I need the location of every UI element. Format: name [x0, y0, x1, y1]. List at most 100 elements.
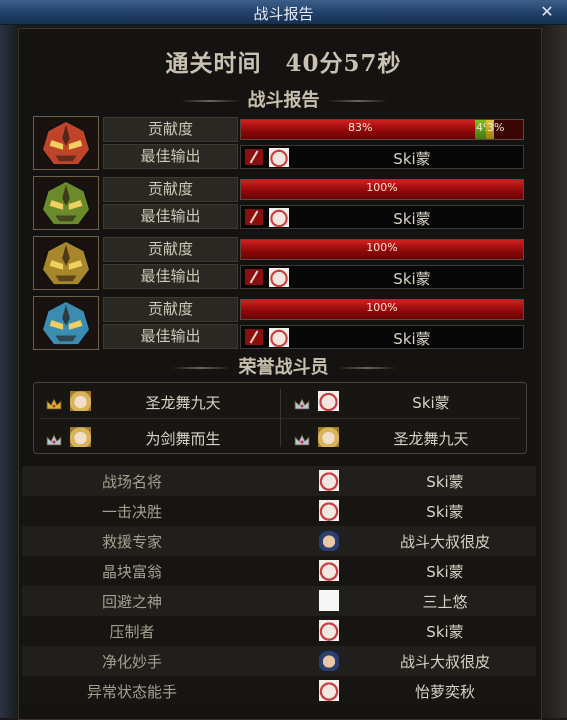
player-avatar: [70, 391, 91, 411]
contribution-bar: 100%: [240, 299, 524, 320]
header-ornament-right: [336, 367, 397, 369]
player-avatar: [70, 427, 91, 447]
boss-row: 贡献度 最佳输出 100% Ski蒙: [33, 296, 525, 352]
battle-report-header: 战斗报告: [0, 86, 567, 112]
award-title: 救援专家: [101, 533, 162, 551]
player-avatar: [319, 620, 339, 641]
weapon-icon: [245, 329, 263, 345]
award-player-name: 怡萝奕秋: [414, 683, 475, 701]
honor-member-name: 圣龙舞九天: [145, 394, 221, 412]
weapon-icon: [245, 149, 263, 165]
best-player-name: Ski蒙: [393, 150, 431, 168]
contribution-label: 贡献度: [103, 117, 238, 142]
header-ornament-left: [179, 100, 240, 102]
award-title: 压制者: [109, 623, 155, 641]
contribution-label: 贡献度: [103, 237, 238, 262]
honor-member-name: Ski蒙: [412, 394, 450, 412]
player-avatar: [319, 530, 339, 551]
award-row[interactable]: 回避之神 三上悠: [22, 586, 536, 616]
player-avatar: [319, 590, 339, 611]
window-titlebar[interactable]: 战斗报告 ✕: [0, 0, 567, 25]
silver-crown-icon: [46, 431, 62, 446]
player-avatar: [269, 148, 289, 167]
best-output-label: 最佳输出: [103, 144, 238, 169]
best-player-name: Ski蒙: [393, 270, 431, 288]
clear-time: 通关时间 40分57秒: [165, 50, 402, 77]
weapon-icon: [245, 269, 263, 285]
header-ornament-right: [327, 100, 388, 102]
best-output-cell[interactable]: Ski蒙: [240, 145, 524, 169]
best-output-cell[interactable]: Ski蒙: [240, 205, 524, 229]
battle-report-heading: 战斗报告: [247, 90, 320, 111]
silver-crown-icon: [294, 395, 310, 410]
contribution-percent: 100%: [366, 241, 398, 254]
green-demon-mask-icon: [33, 176, 99, 230]
gold-crown-icon: [46, 395, 62, 410]
best-output-cell[interactable]: Ski蒙: [240, 325, 524, 349]
award-row[interactable]: 晶块富翁 Ski蒙: [22, 556, 536, 586]
header-ornament-left: [170, 367, 231, 369]
contribution-bar: 83% 4% 3%: [240, 119, 524, 140]
contribution-label: 贡献度: [103, 297, 238, 322]
awards-table: 战场名将 Ski蒙 一击决胜 Ski蒙 救援专家 战斗大叔很皮 晶块富翁 Ski蒙 回避之神 三上…: [22, 466, 536, 706]
award-title: 净化妙手: [101, 653, 162, 671]
boss-row: 贡献度 最佳输出 100% Ski蒙: [33, 236, 525, 292]
player-avatar: [319, 650, 339, 671]
award-player-name: Ski蒙: [426, 503, 464, 521]
honor-divider-horizontal: [40, 418, 520, 419]
award-row[interactable]: 救援专家 战斗大叔很皮: [22, 526, 536, 556]
award-title: 晶块富翁: [101, 563, 162, 581]
award-player-name: 三上悠: [422, 593, 468, 611]
best-output-cell[interactable]: Ski蒙: [240, 265, 524, 289]
award-player-name: Ski蒙: [426, 473, 464, 491]
best-output-label: 最佳输出: [103, 264, 238, 289]
award-row[interactable]: 压制者 Ski蒙: [22, 616, 536, 646]
player-avatar: [319, 560, 339, 581]
award-row[interactable]: 战场名将 Ski蒙: [22, 466, 536, 496]
weapon-icon: [245, 209, 263, 225]
honor-member-name: 为剑舞而生: [145, 430, 221, 448]
award-row[interactable]: 净化妙手 战斗大叔很皮: [22, 646, 536, 676]
boss-row: 贡献度 最佳输出 83% 4% 3% Ski蒙: [33, 116, 525, 172]
award-player-name: Ski蒙: [426, 623, 464, 641]
honor-member[interactable]: Ski蒙: [282, 387, 522, 417]
boss-row: 贡献度 最佳输出 100% Ski蒙: [33, 176, 525, 232]
best-player-name: Ski蒙: [393, 210, 431, 228]
award-title: 异常状态能手: [86, 683, 177, 701]
honor-header: 荣誉战斗员: [0, 353, 567, 379]
award-row[interactable]: 异常状态能手 怡萝奕秋: [22, 676, 536, 706]
best-player-name: Ski蒙: [393, 330, 431, 348]
player-avatar: [318, 427, 339, 447]
contribution-bar: 100%: [240, 179, 524, 200]
award-player-name: Ski蒙: [426, 563, 464, 581]
player-avatar: [319, 500, 339, 521]
award-title: 回避之神: [101, 593, 162, 611]
best-output-label: 最佳输出: [103, 204, 238, 229]
player-avatar: [319, 680, 339, 701]
player-avatar: [269, 268, 289, 287]
player-avatar: [318, 391, 339, 411]
award-title: 战场名将: [101, 473, 162, 491]
best-output-label: 最佳输出: [103, 324, 238, 349]
contribution-bar: 100%: [240, 239, 524, 260]
award-title: 一击决胜: [101, 503, 162, 521]
contribution-percent: 100%: [366, 301, 398, 314]
gold-demon-mask-icon: [33, 236, 99, 290]
player-avatar: [269, 328, 289, 347]
honor-member[interactable]: 圣龙舞九天: [34, 387, 274, 417]
honor-member-name: 圣龙舞九天: [393, 430, 469, 448]
blue-demon-mask-icon: [33, 296, 99, 350]
window-title: 战斗报告: [253, 5, 314, 23]
honor-member[interactable]: 圣龙舞九天: [282, 423, 522, 453]
honor-member[interactable]: 为剑舞而生: [34, 423, 274, 453]
award-player-name: 战斗大叔很皮: [399, 533, 490, 551]
contribution-percent: 100%: [366, 181, 398, 194]
fire-demon-mask-icon: [33, 116, 99, 170]
award-row[interactable]: 一击决胜 Ski蒙: [22, 496, 536, 526]
close-icon[interactable]: ✕: [537, 3, 557, 21]
award-player-name: 战斗大叔很皮: [399, 653, 490, 671]
player-avatar: [319, 470, 339, 491]
player-avatar: [269, 208, 289, 227]
silver-crown-icon: [294, 431, 310, 446]
contribution-percent: 83%: [348, 121, 373, 134]
